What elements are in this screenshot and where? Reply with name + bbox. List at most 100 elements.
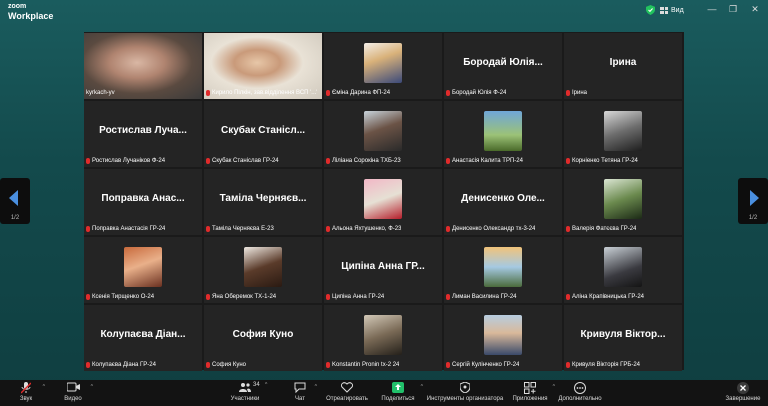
mic-muted-icon — [86, 361, 90, 368]
next-page-button[interactable]: 1/2 — [738, 178, 768, 224]
participant-tile[interactable]: Ксенія Тирщенко О-24 — [84, 237, 202, 303]
audio-button[interactable]: Звук ^ — [14, 382, 45, 402]
mic-muted-icon — [446, 361, 450, 368]
participant-tile[interactable]: Ірина Ірина — [564, 33, 682, 99]
participant-tile[interactable]: Яна Оберемок ТХ-1-24 — [204, 237, 322, 303]
mic-muted-icon — [86, 225, 90, 232]
participant-name: Кривуля Віктор... — [580, 329, 666, 340]
prev-page-button[interactable]: 1/2 — [0, 178, 30, 224]
apps-icon — [512, 382, 548, 395]
participant-tile[interactable]: Анастасія Калита ТРП-24 — [444, 101, 562, 167]
zoom-logo: zoom Workplace — [8, 3, 53, 21]
participant-label-text: Анастасія Калита ТРП-24 — [452, 157, 523, 164]
participant-tile[interactable]: Бородай Юлія... Бородай Юлія Ф-24 — [444, 33, 562, 99]
chevron-up-icon[interactable]: ^ — [315, 384, 317, 390]
participant-tile[interactable]: kyrkach-yv — [84, 33, 202, 99]
chevron-up-icon[interactable]: ^ — [91, 384, 93, 390]
participant-label: Ростислав Лучаніков Ф-24 — [86, 156, 165, 165]
participant-tile[interactable]: Денисенко Оле... Денисенко Олександр тх-3… — [444, 169, 562, 235]
participant-label: kyrkach-yv — [86, 88, 115, 97]
share-screen-icon — [380, 382, 416, 395]
participants-label: Участники — [230, 396, 260, 402]
participant-tile[interactable]: Таміла Черняєв... Таміла Черняєва Е-23 — [204, 169, 322, 235]
react-label: Отреагировать — [326, 396, 368, 402]
mic-muted-icon — [206, 89, 210, 96]
participant-name: Ципіна Анна ГР... — [341, 261, 425, 272]
participant-tile[interactable]: Валерія Фатєєва ГР-24 — [564, 169, 682, 235]
avatar — [604, 247, 642, 287]
participant-tile[interactable]: Ліліана Сорокіна ТХБ-23 — [324, 101, 442, 167]
participant-name: София Куно — [232, 329, 294, 340]
mic-muted-icon — [326, 293, 330, 300]
participant-tile[interactable]: Скубак Станісл... Скубак Станіслав ГР-24 — [204, 101, 322, 167]
participant-label: Таміла Черняєва Е-23 — [206, 224, 274, 233]
host-tools-button[interactable]: Инструменты организатора — [424, 381, 506, 402]
avatar — [484, 111, 522, 151]
participant-name: Денисенко Оле... — [461, 193, 545, 204]
participant-tile[interactable]: Поправка Анас... Поправка Анастасія ГР-24 — [84, 169, 202, 235]
participant-label: Бородай Юлія Ф-24 — [446, 88, 506, 97]
participant-label: Ксенія Тирщенко О-24 — [86, 292, 154, 301]
more-icon — [556, 382, 604, 395]
participant-tile[interactable]: Аліна Крапівницька ГР-24 — [564, 237, 682, 303]
participant-tile[interactable]: Ципіна Анна ГР... Ципіна Анна ГР-24 — [324, 237, 442, 303]
shield-icon — [424, 381, 506, 395]
apps-label: Приложения — [512, 396, 548, 402]
view-button[interactable]: Вид — [660, 5, 684, 16]
mic-muted-icon — [566, 225, 570, 232]
participant-tile[interactable]: Альона Яхтушенко, Ф-23 — [324, 169, 442, 235]
chevron-left-icon — [9, 190, 18, 206]
participant-name: Ірина — [609, 57, 637, 68]
video-button[interactable]: Видео ^ — [60, 382, 93, 402]
page-indicator-right: 1/2 — [748, 215, 758, 221]
participant-tile[interactable]: София Куно София Куно — [204, 305, 322, 371]
shield-icon[interactable] — [646, 5, 655, 15]
mic-muted-icon — [14, 382, 38, 395]
chevron-up-icon[interactable]: ^ — [553, 384, 555, 390]
heart-icon — [324, 382, 370, 395]
participant-label: Лиман Василина ГР-24 — [446, 292, 517, 301]
apps-button[interactable]: Приложения ^ — [512, 382, 555, 402]
participant-tile[interactable]: Єміна Дарина ФП-24 — [324, 33, 442, 99]
chevron-up-icon[interactable]: ^ — [421, 384, 423, 390]
chat-button[interactable]: Чат ^ — [290, 382, 317, 402]
react-button[interactable]: Отреагировать — [324, 382, 370, 402]
participant-tile[interactable]: Лиман Василина ГР-24 — [444, 237, 562, 303]
participant-label-text: Поправка Анастасія ГР-24 — [92, 225, 166, 232]
more-button[interactable]: Дополнительно — [556, 382, 604, 402]
share-button[interactable]: Поделиться ^ — [380, 382, 423, 402]
chevron-up-icon[interactable]: ^ — [265, 382, 267, 388]
mic-muted-icon — [566, 361, 570, 368]
participant-label: Кирило Пілкін, зав.відділення ВСП '...' — [206, 88, 317, 97]
participant-tile[interactable]: Konstantin Pronin tx-2 24 — [324, 305, 442, 371]
mic-muted-icon — [86, 157, 90, 164]
audio-label: Звук — [19, 396, 33, 402]
participant-tile[interactable]: Кирило Пілкін, зав.відділення ВСП '...' — [204, 33, 322, 99]
more-label: Дополнительно — [558, 396, 602, 402]
mic-muted-icon — [206, 225, 210, 232]
end-meeting-button[interactable]: Завершение — [724, 382, 762, 402]
participant-label-text: Аліна Крапівницька ГР-24 — [572, 293, 645, 300]
participant-label-text: Єміна Дарина ФП-24 — [332, 89, 391, 96]
gallery-grid: kyrkach-yv Кирило Пілкін, зав.відділення … — [84, 32, 684, 371]
minimize-button[interactable]: — — [706, 4, 718, 14]
participant-label: София Куно — [206, 360, 246, 369]
participant-tile[interactable]: Кривуля Віктор... Кривуля Вікторія ГРБ-24 — [564, 305, 682, 371]
chevron-up-icon[interactable]: ^ — [43, 384, 45, 390]
participant-label-text: Бородай Юлія Ф-24 — [452, 89, 507, 96]
mic-muted-icon — [446, 293, 450, 300]
participant-name: Бородай Юлія... — [463, 57, 543, 68]
video-label: Видео — [64, 396, 82, 402]
participant-label: Кривуля Вікторія ГРБ-24 — [566, 360, 640, 369]
participant-tile[interactable]: Сергій Кулінченко ГР-24 — [444, 305, 562, 371]
participant-label: Аліна Крапівницька ГР-24 — [566, 292, 644, 301]
participant-tile[interactable]: Ростислав Луча... Ростислав Лучаніков Ф-2… — [84, 101, 202, 167]
participant-label-text: Денисенко Олександр тх-3-24 — [452, 225, 536, 232]
mic-muted-icon — [566, 157, 570, 164]
restore-button[interactable]: ❐ — [727, 4, 739, 15]
participant-tile[interactable]: Корніенко Тетяна ГР-24 — [564, 101, 682, 167]
close-button[interactable]: ✕ — [749, 4, 761, 15]
participant-label: Денисенко Олександр тх-3-24 — [446, 224, 535, 233]
participant-tile[interactable]: Колупаєва Діан... Колупаєва Діана ГР-24 — [84, 305, 202, 371]
participant-label-text: Ростислав Лучаніков Ф-24 — [92, 157, 166, 164]
